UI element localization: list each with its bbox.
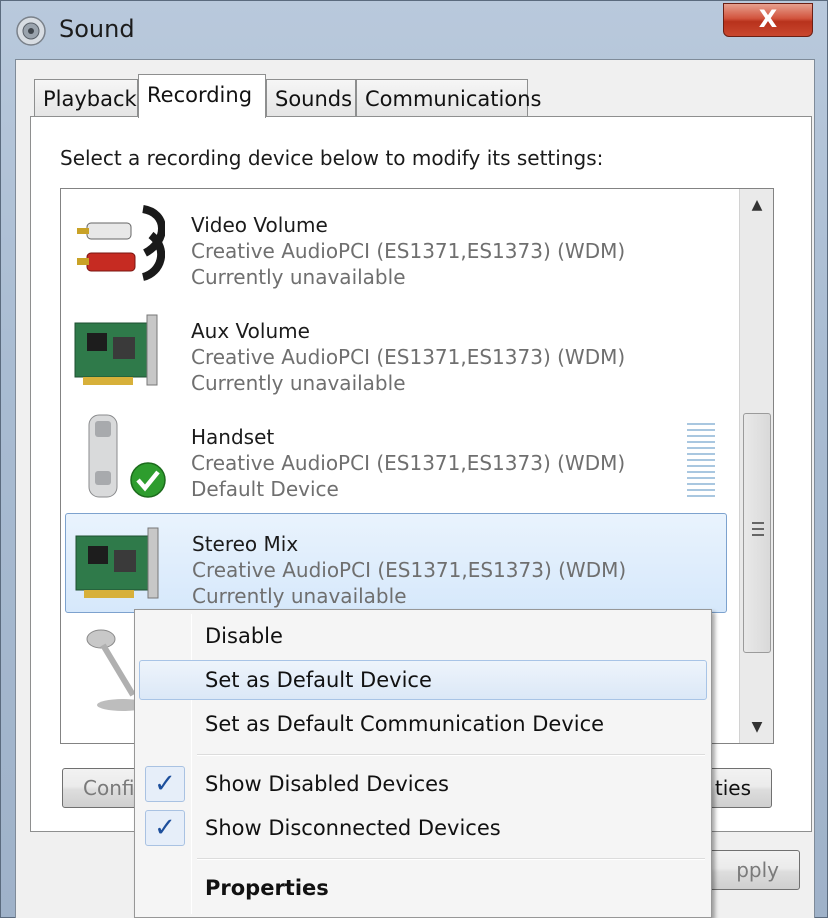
device-driver: Creative AudioPCI (ES1371,ES1373) (WDM) (191, 239, 626, 263)
default-device-check-icon (130, 462, 166, 498)
scroll-down-arrow-icon[interactable]: ▼ (740, 711, 773, 743)
device-name: Aux Volume (191, 319, 310, 343)
menu-item-disable[interactable]: Disable (139, 616, 707, 656)
rca-cable-icon (77, 205, 165, 281)
device-name: Video Volume (191, 213, 328, 237)
menu-item-label: Set as Default Communication Device (205, 712, 605, 736)
device-video-volume[interactable]: Video Volume Creative AudioPCI (ES1371,E… (65, 195, 727, 295)
device-status: Default Device (191, 477, 339, 501)
sound-card-icon (74, 314, 158, 386)
scroll-thumb[interactable] (743, 413, 771, 653)
grip-icon (752, 522, 764, 536)
menu-item-label: Properties (205, 876, 329, 900)
device-name: Stereo Mix (192, 532, 299, 556)
checkmark-icon: ✓ (145, 766, 185, 802)
level-meter (687, 423, 715, 497)
device-status: Currently unavailable (192, 584, 407, 608)
menu-item-properties[interactable]: Properties (139, 868, 707, 908)
sound-card-icon (75, 527, 159, 599)
tab-recording[interactable]: Recording (138, 74, 266, 118)
checkmark-icon: ✓ (145, 810, 185, 846)
menu-item-label: Disable (205, 624, 283, 648)
device-aux-volume[interactable]: Aux Volume Creative AudioPCI (ES1371,ES1… (65, 301, 727, 401)
menu-item-label: Show Disconnected Devices (205, 816, 501, 840)
device-name: Handset (191, 425, 275, 449)
menu-separator (197, 858, 705, 860)
menu-item-label: Set as Default Device (205, 668, 432, 692)
context-menu: Disable Set as Default Device Set as Def… (134, 609, 712, 918)
menu-separator (197, 754, 705, 756)
tab-playback[interactable]: Playback (34, 79, 138, 117)
menu-item-show-disconnected-devices[interactable]: ✓ Show Disconnected Devices (139, 808, 707, 848)
device-driver: Creative AudioPCI (ES1371,ES1373) (WDM) (191, 451, 626, 475)
menu-item-show-disabled-devices[interactable]: ✓ Show Disabled Devices (139, 764, 707, 804)
device-driver: Creative AudioPCI (ES1371,ES1373) (WDM) (191, 345, 626, 369)
tab-communications[interactable]: Communications (356, 79, 541, 117)
scroll-up-arrow-icon[interactable]: ▲ (740, 189, 773, 221)
instruction-text: Select a recording device below to modif… (60, 146, 604, 170)
close-button[interactable]: X (723, 3, 813, 37)
menu-item-label: Show Disabled Devices (205, 772, 450, 796)
vertical-scrollbar[interactable]: ▲ ▼ (739, 189, 773, 743)
title-bar[interactable]: Sound X (1, 1, 828, 59)
window-title: Sound (59, 15, 135, 43)
menu-item-set-default-device[interactable]: Set as Default Device (139, 660, 707, 700)
menu-item-set-default-communication-device[interactable]: Set as Default Communication Device (139, 704, 707, 744)
device-handset[interactable]: Handset Creative AudioPCI (ES1371,ES1373… (65, 407, 727, 507)
speaker-icon (16, 16, 46, 46)
tab-sounds[interactable]: Sounds (266, 79, 356, 117)
device-status: Currently unavailable (191, 371, 406, 395)
device-driver: Creative AudioPCI (ES1371,ES1373) (WDM) (192, 558, 627, 582)
device-status: Currently unavailable (191, 265, 406, 289)
device-stereo-mix[interactable]: Stereo Mix Creative AudioPCI (ES1371,ES1… (65, 513, 727, 613)
